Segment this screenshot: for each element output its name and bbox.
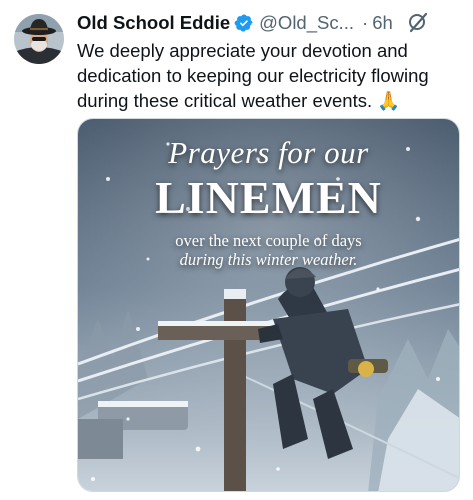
poster-subtitle-line: over the next couple of days <box>175 231 362 250</box>
poster-headline: LINEMEN <box>155 172 382 223</box>
tweet-header: Old School Eddie @Old_Sc... · 6h <box>77 12 461 34</box>
separator-dot: · <box>362 12 369 33</box>
timestamp[interactable]: 6h <box>372 12 393 34</box>
tweet-text-line: during these critical weather events. 🙏 <box>77 90 401 111</box>
verified-badge-icon <box>234 13 254 33</box>
tweet[interactable]: Old School Eddie @Old_Sc... · 6h We deep… <box>0 0 473 500</box>
tweet-text-line: dedication to keeping our electricity fl… <box>77 65 429 86</box>
user-handle[interactable]: @Old_Sc... <box>259 12 354 34</box>
poster-subtitle-line: during this winter weather. <box>179 250 358 269</box>
poster-title-line: Prayers for our <box>168 135 369 170</box>
grok-icon[interactable] <box>407 12 429 34</box>
tweet-text: We deeply appreciate your devotion and d… <box>77 38 462 113</box>
tweet-text-line: We deeply appreciate your devotion and <box>77 40 408 61</box>
display-name[interactable]: Old School Eddie <box>77 12 230 34</box>
poster-subtitle: over the next couple of days during this… <box>78 231 459 269</box>
avatar[interactable] <box>14 14 64 64</box>
tweet-media-image[interactable]: Prayers for our LINEMEN over the next co… <box>77 118 460 492</box>
